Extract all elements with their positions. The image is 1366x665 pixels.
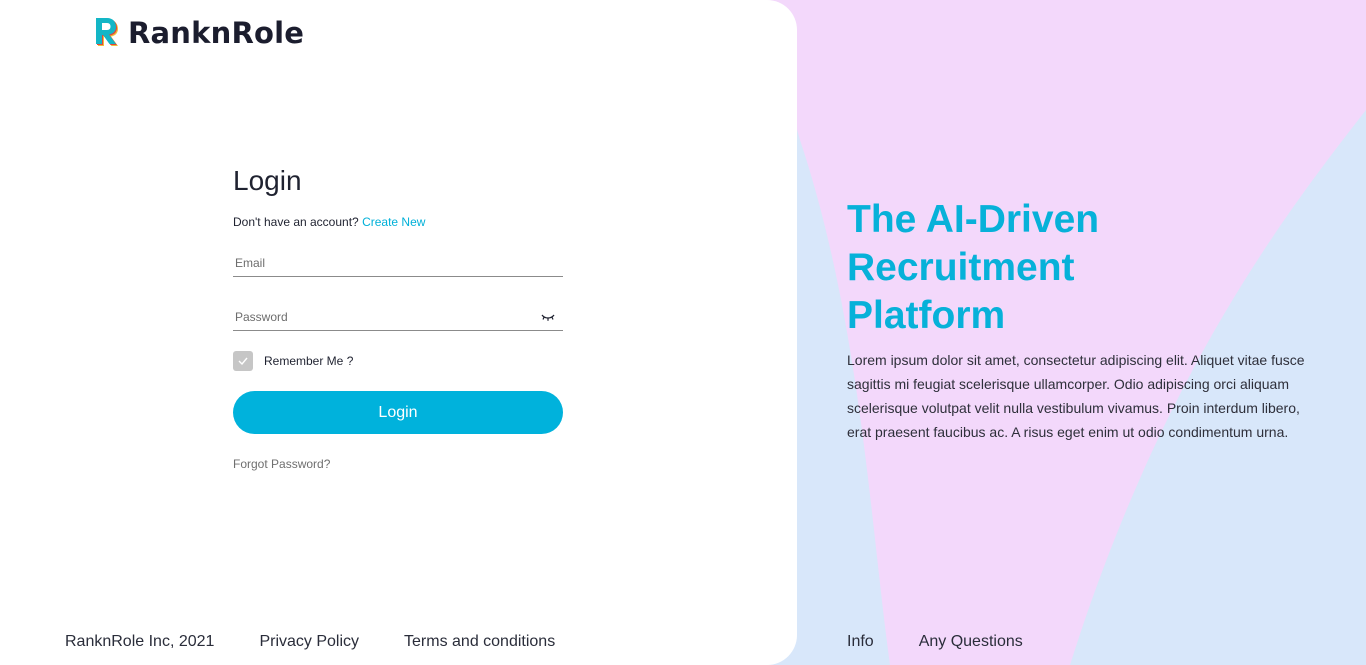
hero-description: Lorem ipsum dolor sit amet, consectetur … — [847, 352, 1305, 440]
signup-prompt-line: Don't have an account? Create New — [233, 215, 563, 229]
login-form: Login Don't have an account? Create New — [233, 160, 563, 471]
password-input[interactable] — [233, 305, 563, 329]
info-link[interactable]: Info — [847, 633, 874, 651]
brand-logo[interactable]: RanknRole — [96, 16, 304, 50]
hero-section: The AI-Driven Recruitment Platform Lorem… — [847, 196, 1317, 444]
remember-me-checkbox[interactable] — [233, 351, 253, 371]
terms-link[interactable]: Terms and conditions — [404, 633, 555, 651]
hero-title: The AI-Driven Recruitment Platform — [847, 198, 1100, 337]
remember-me-row[interactable]: Remember Me ? — [233, 351, 563, 371]
login-button[interactable]: Login — [233, 391, 563, 434]
login-panel: RanknRole Login Don't have an account? C… — [0, 0, 797, 665]
forgot-password-link[interactable]: Forgot Password? — [233, 457, 563, 471]
password-field-wrapper — [233, 305, 563, 331]
footer-left: RanknRole Inc, 2021 Privacy Policy Terms… — [65, 633, 555, 651]
check-icon — [238, 357, 248, 365]
brand-name: RanknRole — [128, 16, 305, 50]
copyright-text: RanknRole Inc, 2021 — [65, 633, 215, 650]
signup-prompt: Don't have an account? — [233, 215, 359, 229]
privacy-policy-link[interactable]: Privacy Policy — [259, 633, 359, 651]
create-account-link[interactable]: Create New — [362, 215, 425, 229]
remember-me-label: Remember Me ? — [264, 354, 354, 368]
footer-right: Info Any Questions — [847, 633, 1023, 651]
rankn-logo-icon — [96, 18, 118, 46]
email-field-wrapper — [233, 251, 563, 277]
eye-closed-icon[interactable] — [541, 312, 555, 322]
any-questions-link[interactable]: Any Questions — [919, 633, 1023, 651]
login-title: Login — [233, 165, 302, 196]
email-input[interactable] — [233, 251, 563, 275]
